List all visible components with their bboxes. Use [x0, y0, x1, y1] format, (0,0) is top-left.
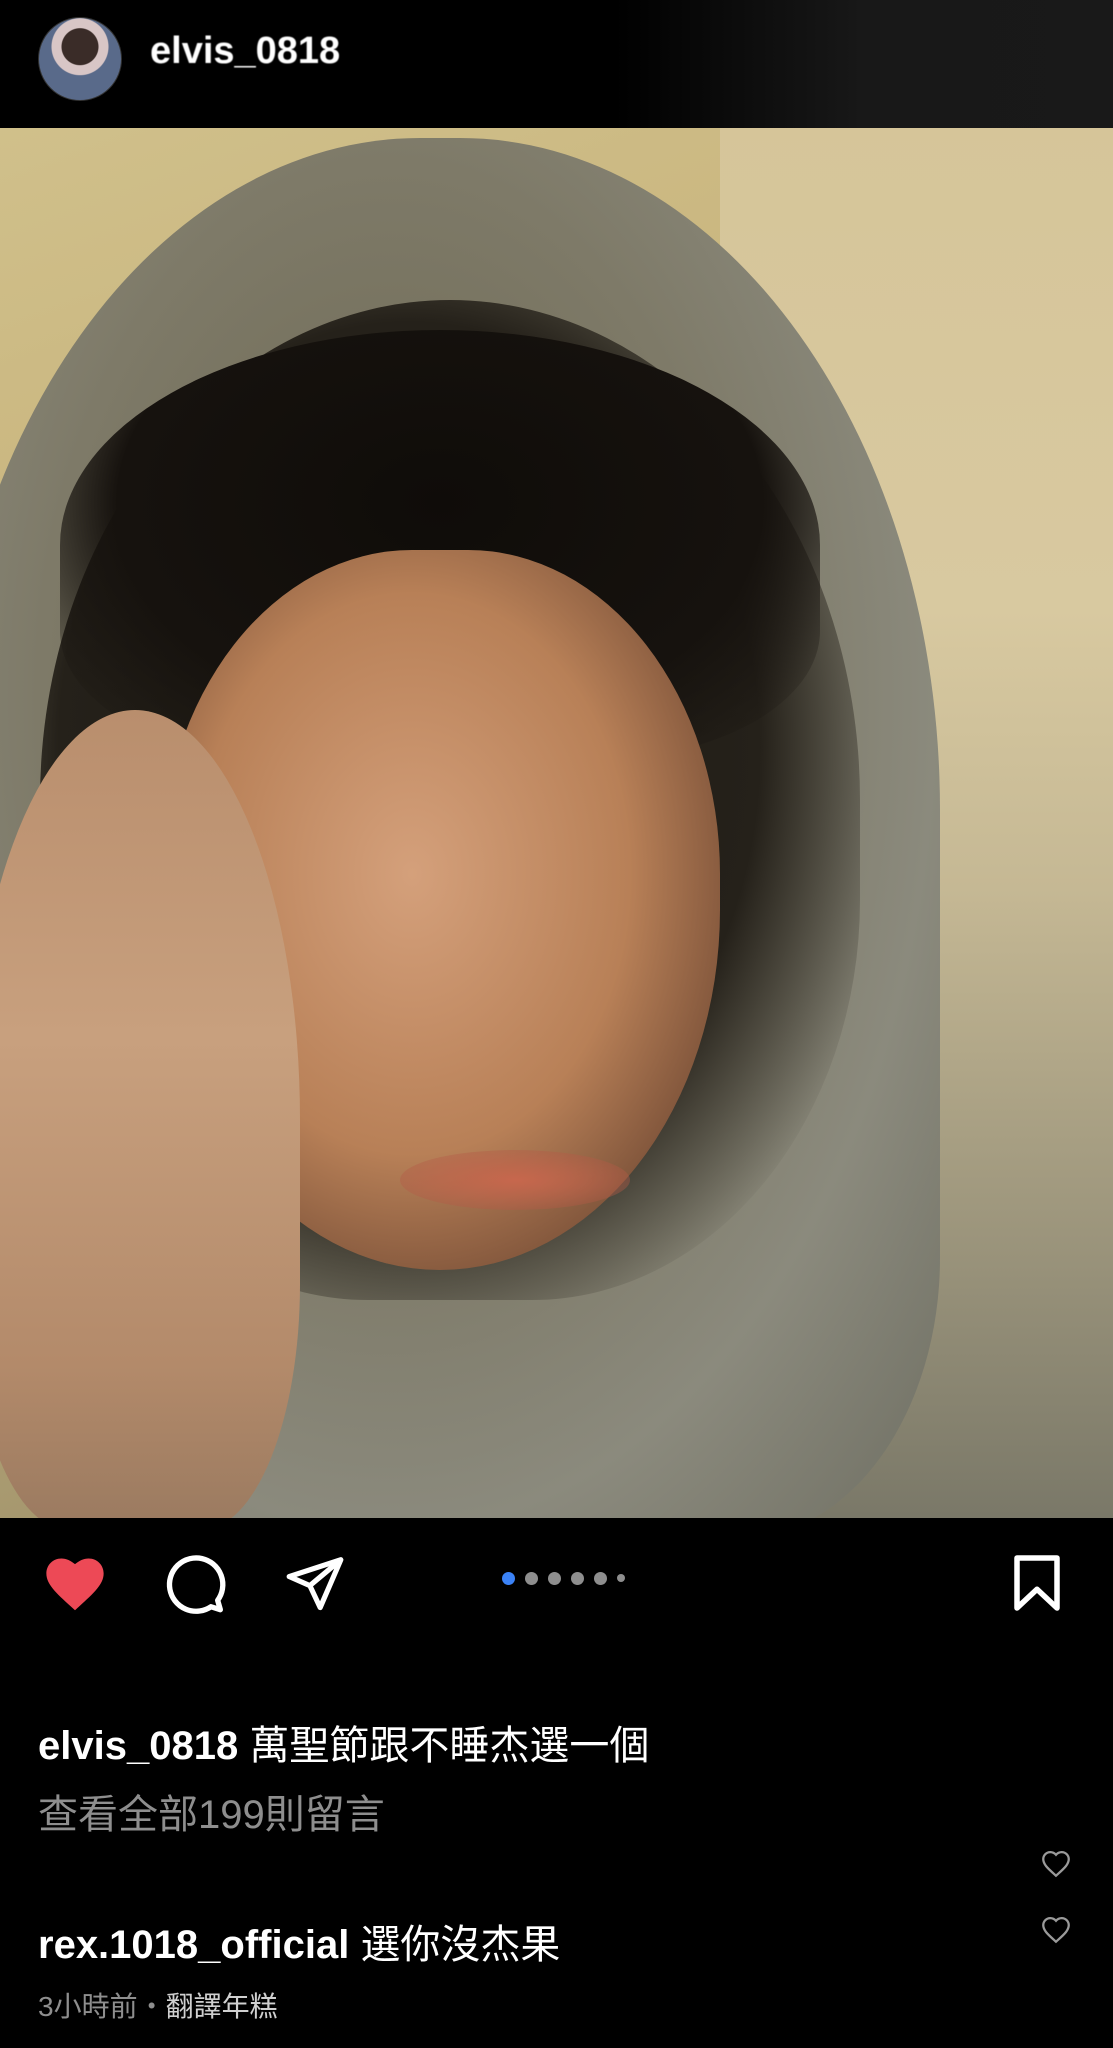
- post-caption: elvis_0818 萬聖節跟不睡杰選一個: [38, 1713, 649, 1771]
- comment-meta: 3小時前・翻譯年糕: [38, 1985, 278, 2025]
- share-button[interactable]: [280, 1548, 350, 1618]
- comment-time: 3小時前: [38, 1991, 138, 2022]
- share-icon: [286, 1557, 344, 1611]
- comment-button[interactable]: [160, 1548, 230, 1618]
- comment-text: 選你沒杰果: [360, 1923, 561, 1967]
- comment-like-heart-icon[interactable]: [1039, 1846, 1073, 1880]
- heart-icon[interactable]: [1039, 1912, 1073, 1946]
- save-button[interactable]: [1002, 1548, 1072, 1618]
- like-button[interactable]: [40, 1548, 110, 1618]
- carousel-dot: [502, 1571, 515, 1585]
- header-username[interactable]: elvis_0818: [150, 30, 340, 73]
- comment-icon: [166, 1555, 226, 1614]
- caption-username[interactable]: elvis_0818: [38, 1724, 238, 1768]
- carousel-dot: [571, 1571, 584, 1585]
- bookmark-icon: [1014, 1555, 1060, 1611]
- comment-username[interactable]: rex.1018_official: [38, 1923, 349, 1967]
- carousel-dot: [617, 1574, 625, 1582]
- meta-separator: ・: [137, 1991, 166, 2022]
- translate-button[interactable]: 翻譯年糕: [166, 1991, 278, 2022]
- carousel-dot: [548, 1571, 561, 1585]
- top-comment: rex.1018_official 選你沒杰果: [38, 1912, 560, 1970]
- view-all-comments-link[interactable]: 查看全部199則留言: [38, 1782, 385, 1840]
- post-header: elvis_0818: [0, 0, 1113, 128]
- carousel-indicator: [502, 1570, 625, 1586]
- avatar[interactable]: [38, 17, 122, 101]
- header-overlay: [613, 0, 1113, 128]
- caption-text: 萬聖節跟不睡杰選一個: [249, 1724, 650, 1768]
- heart-icon: [46, 1558, 104, 1611]
- photo-lips: [400, 1150, 630, 1210]
- post-image[interactable]: 2022: [0, 120, 1113, 1518]
- carousel-dot: [594, 1571, 607, 1585]
- carousel-dot: [525, 1571, 538, 1585]
